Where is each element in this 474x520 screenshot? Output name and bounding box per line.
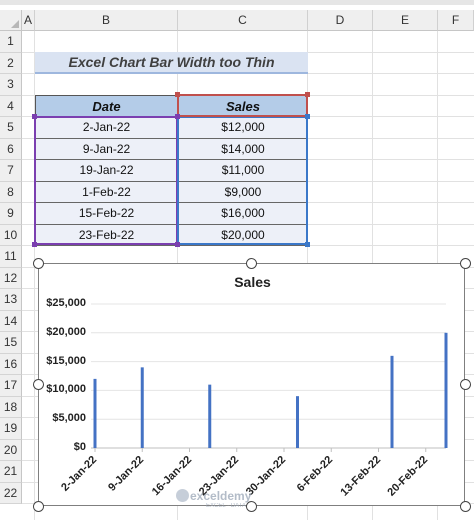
column-header-b[interactable]: B — [35, 10, 178, 31]
range-handle[interactable] — [175, 242, 180, 247]
chart-resize-handle-bottom[interactable] — [246, 501, 257, 512]
y-tick-label: $15,000 — [46, 354, 86, 367]
sales-bar[interactable] — [93, 378, 97, 448]
chart-resize-handle-bottom-right[interactable] — [460, 501, 471, 512]
row-header[interactable]: 7 — [0, 160, 22, 182]
row-header[interactable]: 2 — [0, 52, 22, 74]
row-header[interactable]: 11 — [0, 246, 22, 268]
row-header[interactable]: 1 — [0, 31, 22, 53]
table-header-date[interactable]: Date — [35, 95, 178, 117]
sales-bar[interactable] — [208, 384, 212, 448]
range-handle[interactable] — [305, 92, 310, 97]
chart-resize-handle-top-right[interactable] — [460, 258, 471, 269]
row-header[interactable]: 19 — [0, 418, 22, 440]
range-handle[interactable] — [32, 242, 37, 247]
row-header[interactable]: 22 — [0, 482, 22, 504]
sales-bar[interactable] — [444, 332, 448, 448]
column-header-a[interactable]: A — [22, 10, 35, 31]
sales-bar[interactable] — [140, 367, 144, 448]
row-header[interactable]: 5 — [0, 117, 22, 139]
column-header-d[interactable]: D — [308, 10, 373, 31]
row-header[interactable]: 10 — [0, 224, 22, 246]
range-handle[interactable] — [32, 114, 37, 119]
sales-bar[interactable] — [390, 355, 394, 448]
range-handle[interactable] — [175, 114, 180, 119]
row-header[interactable]: 6 — [0, 138, 22, 160]
y-tick-label: $0 — [73, 441, 86, 453]
range-handle[interactable] — [175, 92, 180, 97]
row-header[interactable]: 9 — [0, 203, 22, 225]
chart-plot-area[interactable] — [39, 264, 466, 507]
select-all-corner[interactable] — [0, 10, 22, 31]
column-header-f[interactable]: F — [438, 10, 474, 31]
watermark-name: exceldemy — [190, 489, 252, 503]
row-header[interactable]: 3 — [0, 74, 22, 96]
row-header[interactable]: 21 — [0, 461, 22, 483]
sales-chart[interactable]: Sales $0 $5,000 $10,000 $15,000 $20,000 $25,0… — [38, 263, 465, 506]
row-header[interactable]: 20 — [0, 439, 22, 461]
chart-resize-handle-bottom-left[interactable] — [33, 501, 44, 512]
excel-window: A B C D E F 1 2 3 4 5 6 7 8 9 10 11 12 13 14 15 16 17 18 1… — [0, 0, 474, 520]
y-tick-label: $20,000 — [46, 325, 86, 338]
row-header[interactable]: 4 — [0, 95, 22, 117]
y-tick-label: $25,000 — [46, 297, 86, 309]
range-handle[interactable] — [305, 114, 310, 119]
row-header[interactable]: 14 — [0, 310, 22, 332]
row-header[interactable]: 13 — [0, 289, 22, 311]
row-header[interactable]: 12 — [0, 267, 22, 289]
series-name-selection — [177, 94, 308, 117]
exceldemy-logo-icon — [176, 489, 189, 502]
row-header[interactable]: 17 — [0, 375, 22, 397]
row-header[interactable]: 18 — [0, 396, 22, 418]
y-tick-label: $10,000 — [46, 383, 86, 396]
category-range-selection — [34, 116, 178, 245]
row-header[interactable]: 8 — [0, 181, 22, 203]
row-header[interactable]: 16 — [0, 353, 22, 375]
range-handle[interactable] — [305, 242, 310, 247]
column-header-c[interactable]: C — [178, 10, 308, 31]
chart-resize-handle-right[interactable] — [460, 379, 471, 390]
column-header-e[interactable]: E — [373, 10, 438, 31]
chart-resize-handle-top[interactable] — [246, 258, 257, 269]
chart-resize-handle-left[interactable] — [33, 379, 44, 390]
chart-resize-handle-top-left[interactable] — [33, 258, 44, 269]
y-tick-label: $5,000 — [52, 412, 86, 425]
value-range-selection — [177, 116, 308, 245]
sheet-title[interactable]: Excel Chart Bar Width too Thin — [35, 52, 308, 74]
sales-bar[interactable] — [296, 396, 299, 448]
select-all-triangle — [11, 20, 19, 28]
formula-bar-edge — [0, 0, 474, 5]
row-header[interactable]: 15 — [0, 332, 22, 354]
